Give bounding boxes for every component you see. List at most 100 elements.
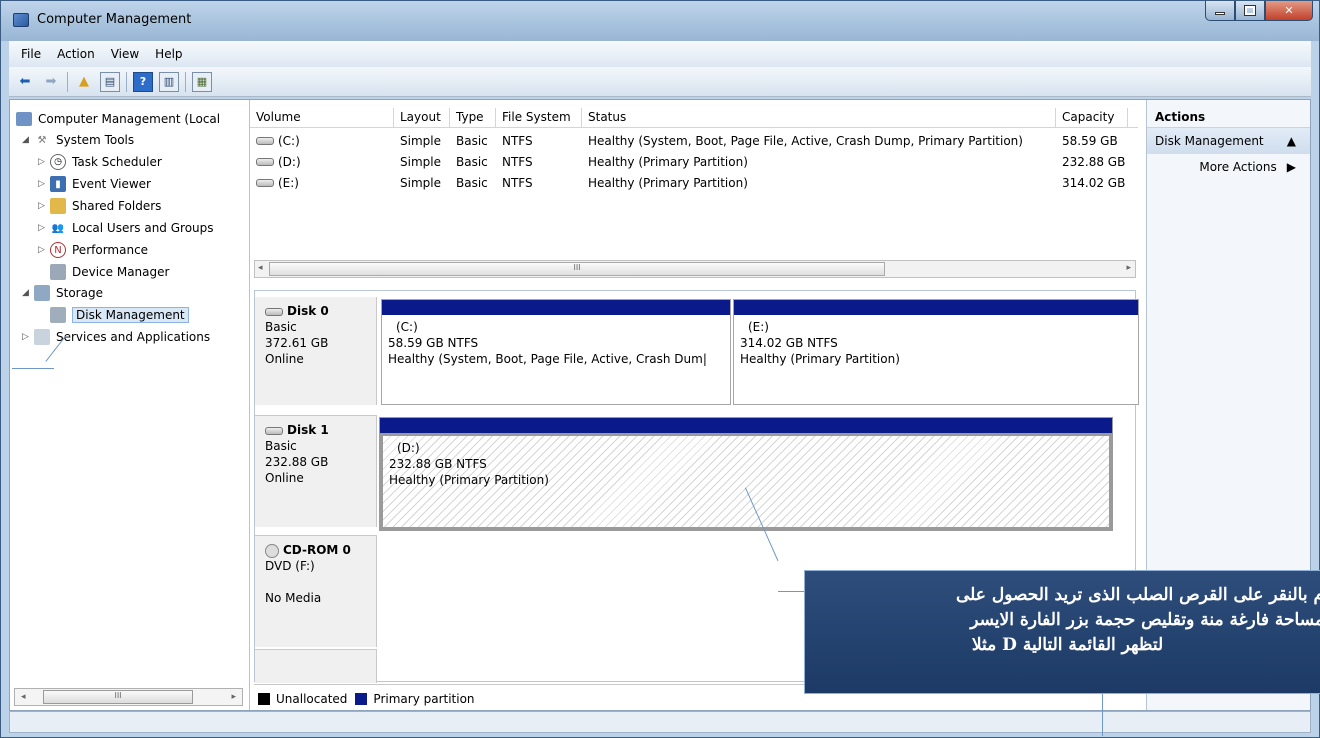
volume-row[interactable]: (C:) Simple Basic NTFS Healthy (System, …	[250, 130, 1138, 151]
expanded-arrow-icon[interactable]: ◢	[22, 135, 34, 145]
partition-e[interactable]: (E:) 314.02 GB NTFS Healthy (Primary Par…	[733, 299, 1139, 405]
clock-icon: ◷	[50, 154, 66, 170]
properties-icon[interactable]: ▦	[192, 71, 212, 92]
menu-action[interactable]: Action	[49, 47, 103, 61]
storage-icon	[34, 285, 50, 301]
navigation-tree: Computer Management (Local ◢ ⚒ System To…	[10, 100, 250, 710]
volume-file-system: NTFS	[502, 175, 533, 190]
column-layout[interactable]: Layout	[394, 108, 450, 127]
disk-management-icon	[50, 307, 66, 323]
tree-item-storage[interactable]: ◢ Storage	[22, 282, 103, 304]
tree-item-shared-folders[interactable]: ▷ Shared Folders	[38, 195, 161, 217]
tree-item-event-viewer[interactable]: ▷ ▮ Event Viewer	[38, 173, 151, 195]
scroll-right-icon[interactable]: ▸	[231, 692, 236, 702]
volume-row[interactable]: (D:) Simple Basic NTFS Healthy (Primary …	[250, 151, 1138, 172]
expanded-arrow-icon[interactable]: ◢	[22, 288, 34, 298]
title-bar[interactable]: Computer Management ✕	[1, 1, 1319, 41]
annotation-leader-line	[12, 368, 54, 369]
tree-item-root[interactable]: Computer Management (Local	[16, 108, 220, 130]
maximize-button[interactable]	[1235, 1, 1265, 21]
column-volume[interactable]: Volume	[250, 108, 394, 127]
actions-section-label: Disk Management	[1155, 134, 1264, 148]
tree-item-disk-management[interactable]: Disk Management	[50, 304, 189, 326]
collapsed-arrow-icon[interactable]: ▷	[38, 245, 50, 255]
disk-size: 232.88 GB	[265, 455, 329, 469]
toolbar: ⬅ ➡ ▲ ▤ ? ▥ ▦	[9, 67, 1311, 97]
volume-file-system: NTFS	[502, 133, 533, 148]
tree-item-task-scheduler[interactable]: ▷ ◷ Task Scheduler	[38, 151, 162, 173]
back-arrow-icon[interactable]: ⬅	[15, 72, 35, 92]
volume-layout: Simple	[400, 175, 441, 190]
actions-section-disk-management[interactable]: Disk Management ▲	[1147, 128, 1310, 154]
minimize-icon	[1215, 12, 1225, 15]
cdrom-0-info[interactable]: CD-ROM 0 DVD (F:) No Media	[255, 535, 377, 647]
show-hide-action-pane-icon[interactable]: ▥	[159, 71, 179, 92]
up-folder-icon[interactable]: ▲	[74, 72, 94, 92]
scroll-right-icon[interactable]: ▸	[1126, 263, 1131, 273]
tree-item-device-manager[interactable]: Device Manager	[50, 261, 169, 283]
tree-item-label: Event Viewer	[72, 177, 151, 191]
disk-1-info[interactable]: Disk 1 Basic 232.88 GB Online	[255, 415, 377, 527]
volume-row[interactable]: (E:) Simple Basic NTFS Healthy (Primary …	[250, 172, 1138, 193]
status-bar	[9, 711, 1311, 733]
disk-name: Disk 1	[287, 423, 329, 437]
partition-details: (C:) 58.59 GB NTFS Healthy (System, Boot…	[382, 315, 730, 371]
partition-c[interactable]: (C:) 58.59 GB NTFS Healthy (System, Boot…	[381, 299, 731, 405]
menu-help[interactable]: Help	[147, 47, 190, 61]
tree-horizontal-scrollbar[interactable]: ◂ III ▸	[14, 688, 243, 706]
scroll-left-icon[interactable]: ◂	[258, 263, 263, 273]
partition-size: 232.88 GB NTFS	[389, 457, 487, 471]
disk-0-info[interactable]: Disk 0 Basic 372.61 GB Online	[255, 297, 377, 405]
scroll-left-icon[interactable]: ◂	[15, 692, 26, 702]
minimize-button[interactable]	[1205, 1, 1235, 21]
instruction-callout: م بالنقر على القرص الصلب الذى تريد الحصو…	[804, 570, 1320, 694]
column-type[interactable]: Type	[450, 108, 496, 127]
show-hide-tree-icon[interactable]: ▤	[100, 71, 120, 92]
disk-icon	[265, 426, 283, 435]
tree-item-local-users[interactable]: ▷ 👥 Local Users and Groups	[38, 217, 214, 239]
collapsed-arrow-icon[interactable]: ▷	[22, 332, 34, 342]
volume-icon	[256, 158, 274, 166]
collapse-up-icon[interactable]: ▲	[1287, 134, 1296, 148]
volume-type: Basic	[456, 154, 488, 169]
partition-status: Healthy (Primary Partition)	[389, 473, 549, 487]
users-icon: 👥	[51, 222, 65, 234]
volume-layout: Simple	[400, 154, 441, 169]
annotation-leader-line	[1102, 692, 1103, 736]
disk-info-filler	[255, 649, 377, 683]
column-file-system[interactable]: File System	[496, 108, 582, 127]
disk-name: CD-ROM 0	[283, 543, 351, 557]
volume-capacity: 58.59 GB	[1062, 133, 1118, 148]
collapsed-arrow-icon[interactable]: ▷	[38, 223, 50, 233]
tree-item-performance[interactable]: ▷ N Performance	[38, 239, 148, 261]
partition-size: 58.59 GB NTFS	[388, 336, 479, 350]
collapsed-arrow-icon[interactable]: ▷	[38, 157, 50, 167]
tree-item-label: Device Manager	[72, 265, 170, 279]
volume-horizontal-scrollbar[interactable]: ◂ III ▸	[254, 260, 1136, 278]
menu-file[interactable]: File	[13, 47, 49, 61]
column-capacity[interactable]: Capacity	[1056, 108, 1128, 127]
scroll-thumb[interactable]: III	[269, 262, 885, 276]
partition-d[interactable]: (D:) 232.88 GB NTFS Healthy (Primary Par…	[379, 417, 1113, 531]
more-actions-item[interactable]: More Actions ▶	[1147, 154, 1310, 180]
tree-item-label: Performance	[72, 243, 149, 257]
collapsed-arrow-icon[interactable]: ▷	[38, 179, 50, 189]
menu-view[interactable]: View	[103, 47, 147, 61]
scroll-thumb[interactable]: III	[43, 690, 193, 704]
callout-line-3: لتظهر القائمة التالية D مثلا	[971, 635, 1164, 655]
forward-arrow-icon[interactable]: ➡	[41, 72, 61, 92]
volume-status: Healthy (System, Boot, Page File, Active…	[588, 133, 1023, 148]
tree-item-label: Storage	[56, 286, 103, 300]
more-actions-label: More Actions	[1199, 160, 1277, 174]
disk-state: No Media	[265, 591, 322, 605]
callout-line-1: م بالنقر على القرص الصلب الذى تريد الحصو…	[955, 585, 1320, 605]
help-icon[interactable]: ?	[133, 71, 153, 92]
tree-item-system-tools[interactable]: ◢ ⚒ System Tools	[22, 129, 134, 151]
tree-item-services[interactable]: ▷ Services and Applications	[22, 326, 210, 348]
close-button[interactable]: ✕	[1265, 1, 1313, 21]
collapsed-arrow-icon[interactable]: ▷	[38, 201, 50, 211]
column-status[interactable]: Status	[582, 108, 1056, 127]
cdrom-icon	[265, 543, 279, 558]
actions-header: Actions	[1147, 106, 1310, 128]
submenu-arrow-icon: ▶	[1286, 160, 1296, 174]
